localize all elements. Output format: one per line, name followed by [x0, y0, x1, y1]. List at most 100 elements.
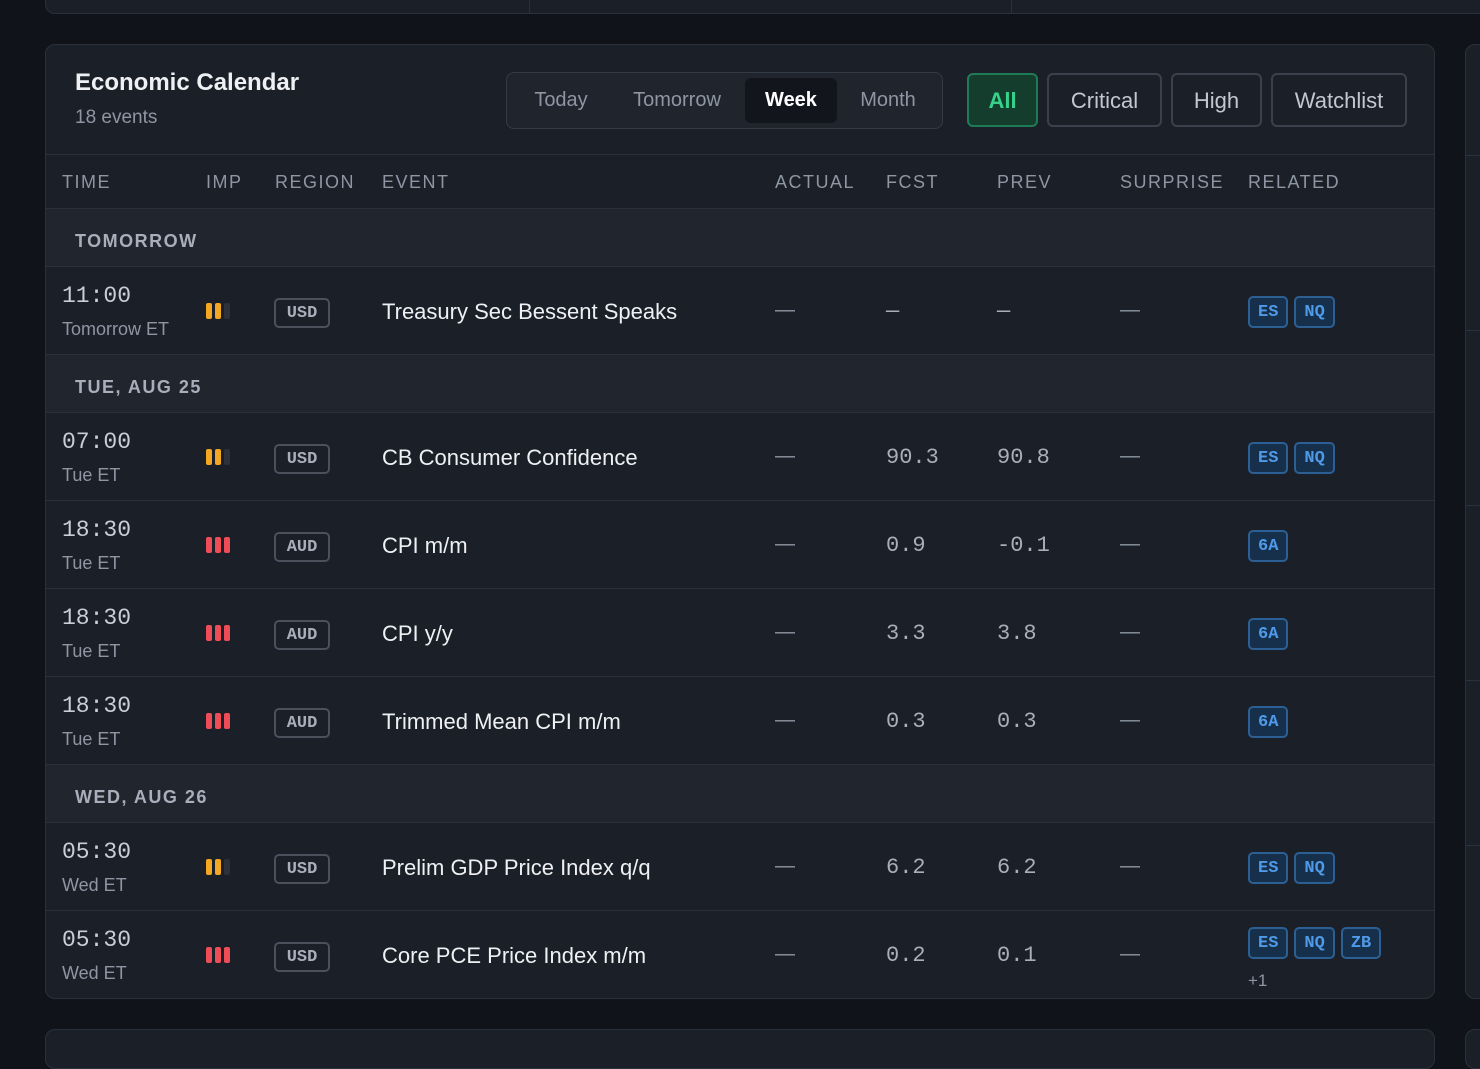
date-group-header: WED, AUG 26: [46, 765, 1434, 823]
region-badge: AUD: [274, 620, 330, 650]
forecast-value: 0.3: [886, 709, 926, 734]
date-group-label: TOMORROW: [75, 231, 198, 251]
actual-value: —: [775, 943, 795, 965]
related-instrument-tag[interactable]: ES: [1248, 852, 1289, 884]
event-time: 18:30: [62, 517, 132, 543]
previous-value: 90.8: [997, 445, 1050, 470]
event-time: 05:30: [62, 839, 132, 865]
actual-value: —: [775, 445, 795, 467]
range-tomorrow-button[interactable]: Tomorrow: [613, 78, 741, 123]
event-name[interactable]: Core PCE Price Index m/m: [382, 943, 646, 969]
related-instrument-tag[interactable]: ES: [1248, 442, 1289, 474]
related-instrument-tag[interactable]: ES: [1248, 296, 1289, 328]
event-row[interactable]: 11:00 Tomorrow ET USD Treasury Sec Bessent …: [46, 267, 1434, 355]
event-name[interactable]: Trimmed Mean CPI m/m: [382, 709, 621, 735]
date-group-label: WED, AUG 26: [75, 787, 208, 807]
event-row[interactable]: 05:30 Wed ET USD Prelim GDP Price Index q/q…: [46, 823, 1434, 911]
related-instrument-tag[interactable]: 6A: [1248, 530, 1289, 562]
column-header-previous[interactable]: PREV: [997, 172, 1052, 193]
column-header-surprise[interactable]: SURPRISE: [1120, 172, 1224, 193]
column-header-related[interactable]: RELATED: [1248, 172, 1340, 193]
divider: [529, 0, 530, 13]
more-related-count[interactable]: +1: [1248, 971, 1267, 991]
forecast-value: 0.2: [886, 943, 926, 968]
event-row[interactable]: 07:00 Tue ET USD CB Consumer Confidence — 90.…: [46, 413, 1434, 501]
forecast-value: —: [886, 299, 900, 324]
related-instrument-tag[interactable]: 6A: [1248, 618, 1289, 650]
column-header-event[interactable]: EVENT: [382, 172, 450, 193]
importance-bar: [206, 303, 212, 319]
actual-value: —: [775, 621, 795, 643]
date-group-label: TUE, AUG 25: [75, 377, 202, 397]
event-time-zone: Tomorrow ET: [62, 319, 170, 339]
related-instrument-tag[interactable]: NQ: [1294, 442, 1335, 474]
event-time-zone: Tue ET: [62, 465, 121, 485]
range-month-button[interactable]: Month: [841, 78, 935, 123]
economic-calendar-panel: Economic Calendar 18 events Today Tomorr…: [45, 44, 1435, 999]
filter-critical-button[interactable]: Critical: [1047, 73, 1162, 127]
event-row[interactable]: 18:30 Tue ET AUD CPI y/y — 3.3 3.8 — 6A: [46, 589, 1434, 677]
filter-watchlist-button[interactable]: Watchlist: [1271, 73, 1407, 127]
surprise-value: —: [1120, 943, 1140, 965]
event-time: 18:30: [62, 605, 132, 631]
importance-indicator: [206, 449, 230, 465]
related-instrument-tag[interactable]: ZB: [1340, 927, 1382, 959]
importance-indicator: [206, 625, 230, 641]
surprise-value: —: [1120, 855, 1140, 877]
importance-indicator: [206, 947, 230, 963]
actual-value: —: [775, 709, 795, 731]
date-group-header: TUE, AUG 25: [46, 355, 1434, 413]
event-name[interactable]: CPI y/y: [382, 621, 453, 647]
divider: [1466, 505, 1480, 506]
table-body: TOMORROW 11:00 Tomorrow ET USD Treasury Sec …: [46, 209, 1434, 998]
next-panel-edge: [45, 1029, 1435, 1069]
importance-bar: [215, 537, 221, 553]
related-instrument-tag[interactable]: NQ: [1294, 852, 1335, 884]
previous-value: 6.2: [997, 855, 1037, 880]
importance-bar: [215, 303, 221, 319]
importance-bar: [224, 537, 230, 553]
column-header-region[interactable]: REGION: [275, 172, 355, 193]
filter-high-button[interactable]: High: [1171, 73, 1262, 127]
related-instrument-tag[interactable]: NQ: [1294, 296, 1335, 328]
column-header-time[interactable]: TIME: [62, 172, 111, 193]
importance-bar: [215, 713, 221, 729]
related-instrument-tag[interactable]: NQ: [1294, 927, 1335, 959]
divider: [1466, 155, 1480, 156]
region-badge: AUD: [274, 532, 330, 562]
surprise-value: —: [1120, 533, 1140, 555]
event-time-zone: Tue ET: [62, 729, 121, 749]
importance-bar: [224, 449, 230, 465]
forecast-value: 3.3: [886, 621, 926, 646]
range-today-button[interactable]: Today: [513, 78, 609, 123]
related-instrument-tag[interactable]: ES: [1248, 927, 1289, 959]
event-count: 18 events: [75, 107, 158, 128]
event-time-zone: Wed ET: [62, 963, 127, 983]
column-header-forecast[interactable]: FCST: [886, 172, 939, 193]
range-week-button[interactable]: Week: [745, 78, 837, 123]
importance-bar: [215, 859, 221, 875]
importance-bar: [224, 713, 230, 729]
filter-all-button[interactable]: All: [967, 73, 1038, 127]
previous-value: 0.1: [997, 943, 1037, 968]
event-name[interactable]: CPI m/m: [382, 533, 468, 559]
event-name[interactable]: Prelim GDP Price Index q/q: [382, 855, 651, 881]
event-row[interactable]: 18:30 Tue ET AUD Trimmed Mean CPI m/m — 0.3 0.…: [46, 677, 1434, 765]
actual-value: —: [775, 533, 795, 555]
event-row[interactable]: 18:30 Tue ET AUD CPI m/m — 0.9 -0.1 — 6A: [46, 501, 1434, 589]
event-name[interactable]: Treasury Sec Bessent Speaks: [382, 299, 677, 325]
column-header-importance[interactable]: IMP: [206, 172, 243, 193]
surprise-value: —: [1120, 445, 1140, 467]
related-instruments: 6A: [1248, 706, 1289, 738]
event-name[interactable]: CB Consumer Confidence: [382, 445, 638, 471]
event-time-zone: Tue ET: [62, 553, 121, 573]
region-badge: USD: [274, 298, 330, 328]
related-instrument-tag[interactable]: 6A: [1248, 706, 1289, 738]
forecast-value: 90.3: [886, 445, 939, 470]
event-row[interactable]: 05:30 Wed ET USD Core PCE Price Index m/m — 0…: [46, 911, 1434, 998]
actual-value: —: [775, 299, 795, 321]
event-time: 07:00: [62, 429, 132, 455]
column-header-actual[interactable]: ACTUAL: [775, 172, 855, 193]
previous-value: -0.1: [997, 533, 1050, 558]
region-badge: USD: [274, 854, 330, 884]
